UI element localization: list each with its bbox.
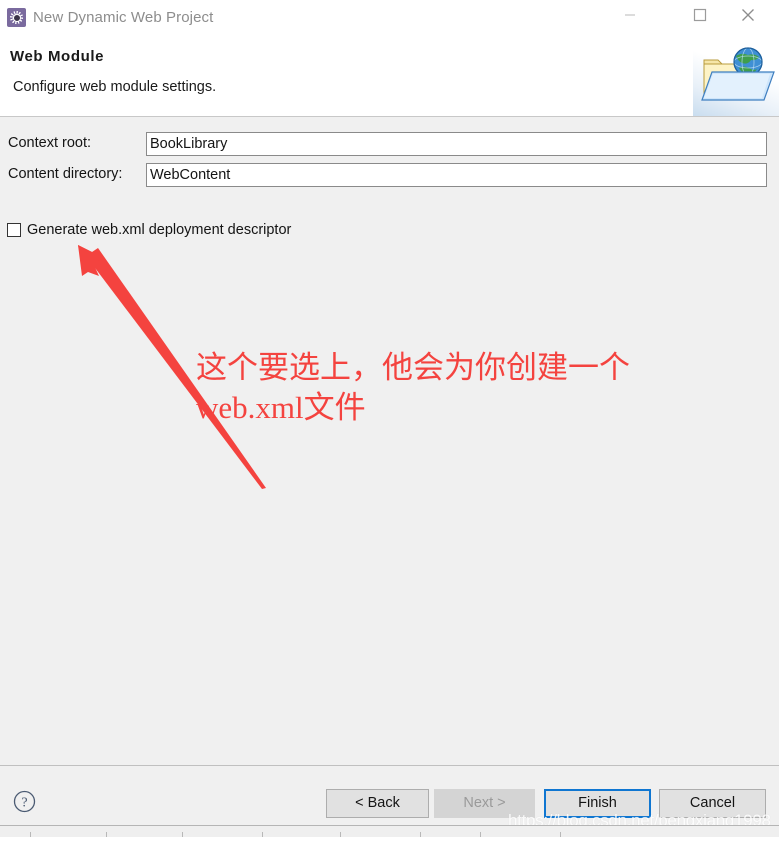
page-description: Configure web module settings. xyxy=(13,79,217,95)
taskbar-tick xyxy=(182,832,183,837)
content-directory-row: Content directory: xyxy=(0,163,779,187)
taskbar-tick xyxy=(340,832,341,837)
taskbar-tick xyxy=(106,832,107,837)
taskbar-tick xyxy=(420,832,421,837)
taskbar-tick xyxy=(560,832,561,837)
close-icon xyxy=(742,9,754,21)
eclipse-wizard-icon xyxy=(7,8,26,27)
content-directory-input[interactable] xyxy=(146,163,767,187)
minimize-button[interactable] xyxy=(607,0,653,30)
taskbar-tick xyxy=(262,832,263,837)
taskbar-tick xyxy=(30,832,31,837)
taskbar-tick xyxy=(480,832,481,837)
svg-text:?: ? xyxy=(21,796,27,811)
context-root-input[interactable] xyxy=(146,132,767,156)
gear-hub-icon xyxy=(12,13,21,22)
close-button[interactable] xyxy=(725,0,771,30)
maximize-icon xyxy=(693,8,707,22)
window-title: New Dynamic Web Project xyxy=(33,9,214,26)
new-dynamic-web-project-dialog: New Dynamic Web Project Web Module Confi… xyxy=(0,0,779,837)
help-icon[interactable]: ? xyxy=(13,790,36,813)
minimize-icon xyxy=(625,14,635,16)
page-title: Web Module xyxy=(10,48,105,65)
generate-webxml-checkbox-row[interactable]: Generate web.xml deployment descriptor xyxy=(7,220,291,240)
folder-globe-icon xyxy=(701,47,775,101)
taskbar-strip xyxy=(0,825,779,837)
generate-webxml-checkbox[interactable] xyxy=(7,223,21,237)
wizard-header: Web Module Configure web module settings… xyxy=(0,38,779,117)
back-button[interactable]: < Back xyxy=(326,789,429,818)
generate-webxml-label: Generate web.xml deployment descriptor xyxy=(27,222,292,238)
maximize-button[interactable] xyxy=(677,0,723,30)
context-root-label: Context root: xyxy=(8,135,92,151)
context-root-row: Context root: xyxy=(0,132,779,156)
content-directory-label: Content directory: xyxy=(8,166,123,182)
wizard-body: Context root: Content directory: Generat… xyxy=(0,117,779,765)
header-banner xyxy=(693,38,779,116)
title-bar: New Dynamic Web Project xyxy=(0,0,779,38)
